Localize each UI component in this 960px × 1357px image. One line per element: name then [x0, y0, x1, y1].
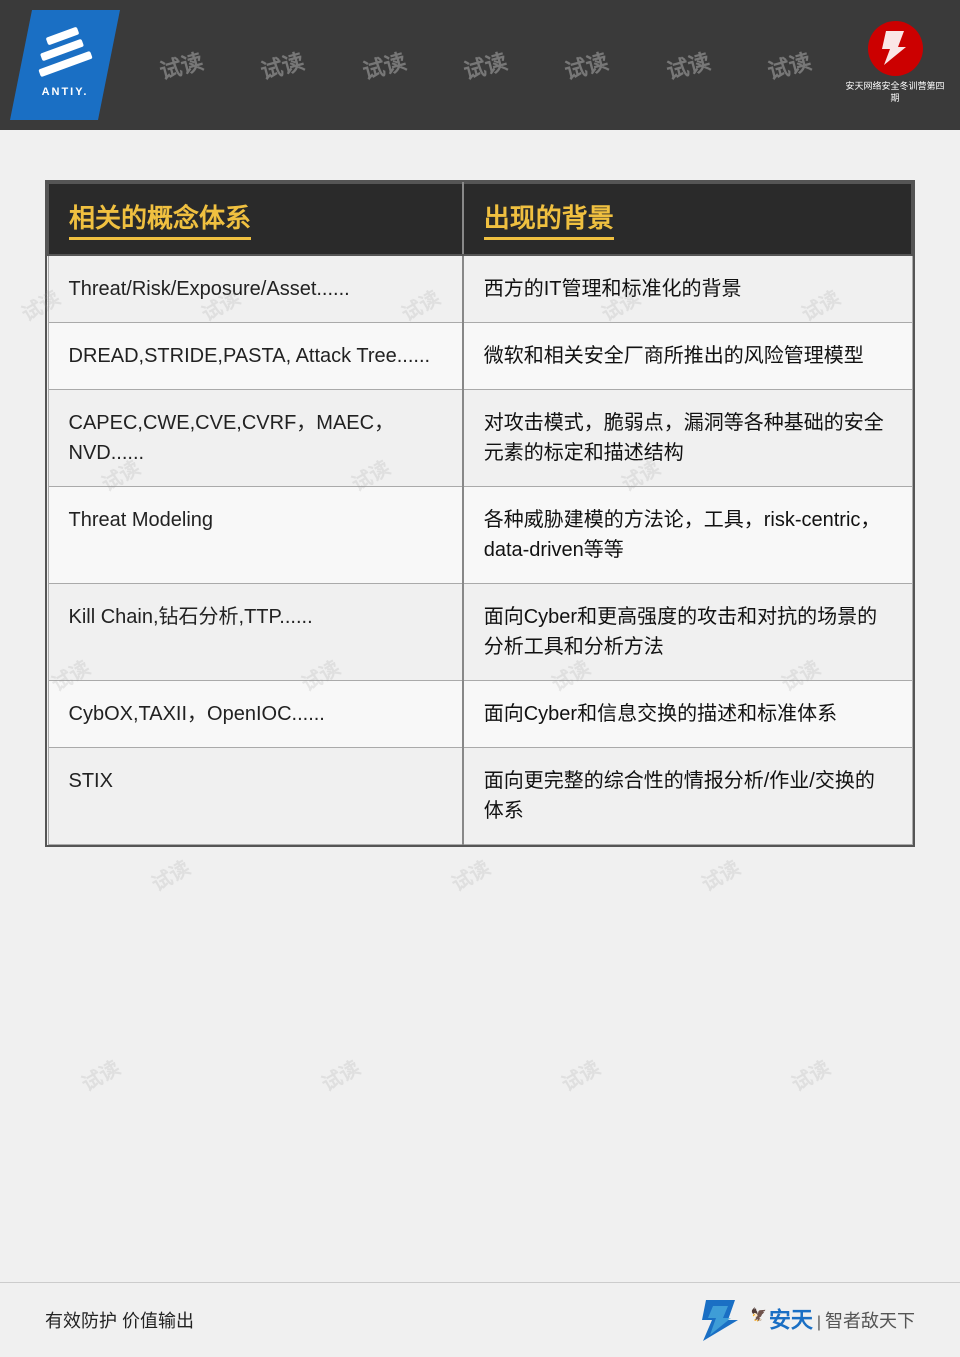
- table-row: Kill Chain,钻石分析,TTP......面向Cyber和更高强度的攻击…: [48, 584, 912, 681]
- table-cell-right-3: 各种威胁建模的方法论，工具，risk-centric，data-driven等等: [463, 487, 912, 584]
- col2-header: 出现的背景: [463, 183, 912, 255]
- table-cell-right-0: 西方的IT管理和标准化的背景: [463, 255, 912, 323]
- data-table: 相关的概念体系 出现的背景 Threat/Risk/Exposure/Asset…: [47, 182, 913, 845]
- header-watermarks: 试读 试读 试读 试读 试读 试读 试读: [0, 0, 960, 130]
- watermark-6: 试读: [662, 44, 713, 86]
- footer-logo-icon: [698, 1298, 743, 1343]
- top-right-circle: [868, 21, 923, 76]
- logo-inner: ANTIY.: [38, 32, 93, 98]
- top-right-logo: 安天网络安全冬训营第四期: [845, 15, 945, 110]
- table-row: Threat/Risk/Exposure/Asset......西方的IT管理和…: [48, 255, 912, 323]
- table-cell-left-1: DREAD,STRIDE,PASTA, Attack Tree......: [48, 323, 463, 390]
- watermark-4: 试读: [460, 44, 511, 86]
- footer-brand-tagline: 智者敌天下: [825, 1311, 915, 1333]
- watermark-5: 试读: [561, 44, 612, 86]
- table-header-row: 相关的概念体系 出现的背景: [48, 183, 912, 255]
- bw-19: 试读: [785, 1052, 834, 1097]
- watermark-1: 试读: [155, 44, 206, 86]
- table-cell-left-2: CAPEC,CWE,CVE,CVRF，MAEC，NVD......: [48, 390, 463, 487]
- table-cell-right-5: 面向Cyber和信息交换的描述和标准体系: [463, 681, 912, 748]
- bw-14: 试读: [445, 852, 494, 897]
- bw-17: 试读: [315, 1052, 364, 1097]
- table-row: STIX面向更完整的综合性的情报分析/作业/交换的体系: [48, 748, 912, 845]
- top-right-icon: [876, 29, 914, 67]
- footer-tagline: 有效防护 价值输出: [45, 1307, 194, 1333]
- logo-stripes: [38, 32, 93, 82]
- footer-brand: 🦅安天 | 智者敌天下: [698, 1298, 915, 1343]
- watermark-7: 试读: [764, 44, 815, 86]
- table-cell-right-1: 微软和相关安全厂商所推出的风险管理模型: [463, 323, 912, 390]
- logo-box: ANTIY.: [10, 10, 120, 120]
- header: ANTIY. 试读 试读 试读 试读 试读 试读 试读 安天网络安全冬训营第四期: [0, 0, 960, 130]
- col2-header-text: 出现的背景: [484, 198, 614, 240]
- table-cell-left-5: CybOX,TAXII，OpenIOC......: [48, 681, 463, 748]
- watermark-2: 试读: [257, 44, 308, 86]
- table-cell-left-6: STIX: [48, 748, 463, 845]
- table-row: Threat Modeling各种威胁建模的方法论，工具，risk-centri…: [48, 487, 912, 584]
- table-row: CAPEC,CWE,CVE,CVRF，MAEC，NVD......对攻击模式，脆…: [48, 390, 912, 487]
- watermark-3: 试读: [358, 44, 409, 86]
- concept-table: 相关的概念体系 出现的背景 Threat/Risk/Exposure/Asset…: [45, 180, 915, 847]
- main-content: 试读 试读 试读 试读 试读 试读 试读 试读 试读 试读 试读 试读 试读 试…: [0, 130, 960, 1357]
- table-cell-left-3: Threat Modeling: [48, 487, 463, 584]
- bw-13: 试读: [145, 852, 194, 897]
- table-cell-right-6: 面向更完整的综合性的情报分析/作业/交换的体系: [463, 748, 912, 845]
- logo-text: ANTIY.: [42, 86, 89, 98]
- footer-brand-name: 🦅安天: [751, 1307, 813, 1334]
- col1-header: 相关的概念体系: [48, 183, 463, 255]
- table-row: DREAD,STRIDE,PASTA, Attack Tree......微软和…: [48, 323, 912, 390]
- col1-header-text: 相关的概念体系: [69, 198, 251, 240]
- bw-15: 试读: [695, 852, 744, 897]
- table-cell-right-2: 对攻击模式，脆弱点，漏洞等各种基础的安全元素的标定和描述结构: [463, 390, 912, 487]
- footer-separator: |: [817, 1313, 821, 1332]
- table-row: CybOX,TAXII，OpenIOC......面向Cyber和信息交换的描述…: [48, 681, 912, 748]
- bw-18: 试读: [555, 1052, 604, 1097]
- top-right-subtitle: 安天网络安全冬训营第四期: [845, 81, 945, 104]
- table-body: Threat/Risk/Exposure/Asset......西方的IT管理和…: [48, 255, 912, 845]
- table-cell-left-0: Threat/Risk/Exposure/Asset......: [48, 255, 463, 323]
- footer: 有效防护 价值输出 🦅安天 | 智者敌天下: [0, 1282, 960, 1357]
- table-cell-right-4: 面向Cyber和更高强度的攻击和对抗的场景的分析工具和分析方法: [463, 584, 912, 681]
- bw-16: 试读: [75, 1052, 124, 1097]
- table-cell-left-4: Kill Chain,钻石分析,TTP......: [48, 584, 463, 681]
